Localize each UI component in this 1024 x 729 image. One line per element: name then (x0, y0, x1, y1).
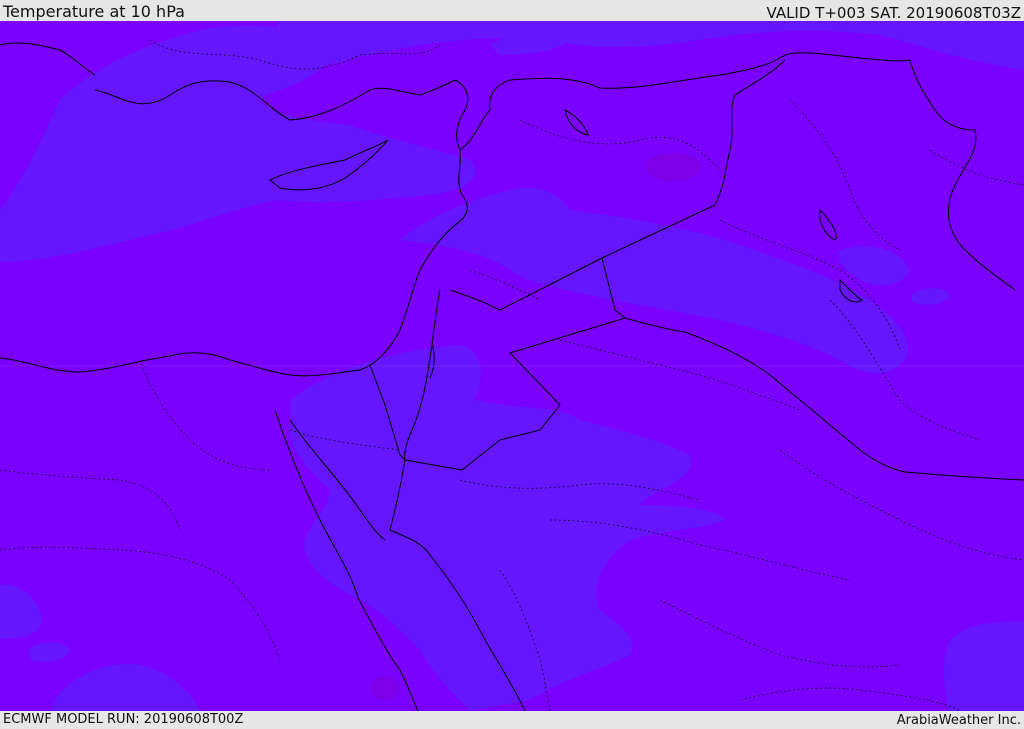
header-bar: Temperature at 10 hPa VALID T+003 SAT. 2… (0, 0, 1024, 22)
map-title: Temperature at 10 hPa (3, 2, 185, 21)
credit-label: ArabiaWeather Inc. (896, 713, 1021, 728)
valid-time-label: VALID T+003 SAT. 20190608T03Z (766, 4, 1021, 22)
map-page: Temperature at 10 hPa VALID T+003 SAT. 2… (0, 0, 1024, 729)
warm-spot-syria (645, 153, 701, 181)
model-run-label: ECMWF MODEL RUN: 20190608T00Z (3, 712, 244, 727)
cool-zone-southeast (944, 621, 1024, 711)
footer-bar: ECMWF MODEL RUN: 20190608T00Z ArabiaWeat… (0, 711, 1024, 729)
warm-spot-red-sea (371, 676, 399, 700)
weather-map (0, 21, 1024, 711)
